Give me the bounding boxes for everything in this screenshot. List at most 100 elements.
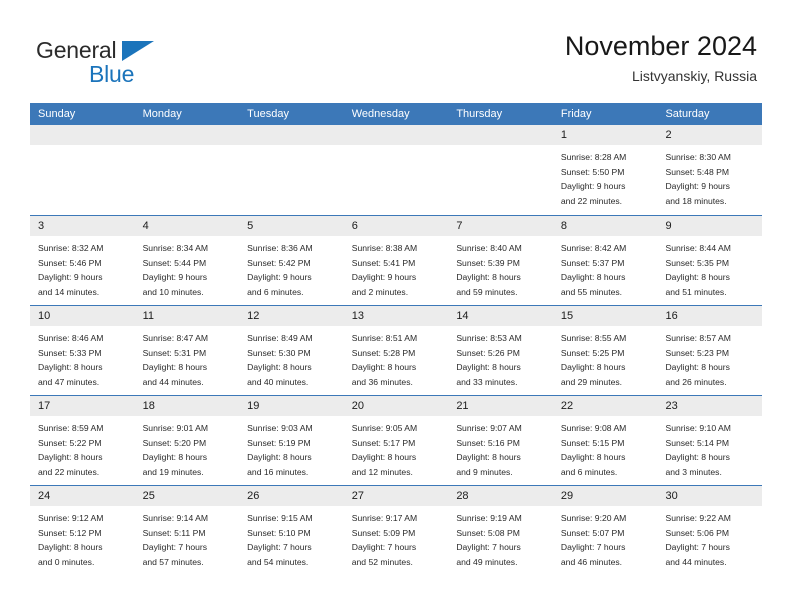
day-number-band: 30 [657, 486, 763, 506]
calendar-day-cell[interactable]: 4 Sunrise: 8:34 AM Sunset: 5:44 PM Daylight… [134, 216, 240, 305]
calendar-day-cell[interactable]: 22 Sunrise: 9:08 AM Sunset: 5:15 PM Dayligh… [552, 396, 658, 485]
daylight-minutes: and 57 minutes. [142, 556, 204, 567]
sunset-time: Sunset: 5:20 PM [142, 437, 207, 448]
day-number-band: 5 [239, 216, 344, 236]
day-number-band: 16 [657, 306, 763, 326]
calendar-day-cell[interactable]: 16 Sunrise: 8:57 AM Sunset: 5:23 PM Dayligh… [657, 306, 763, 395]
logo-text-blue: Blue [89, 61, 135, 87]
day-number: 22 [560, 400, 574, 412]
day-sun-info: Sunrise: 9:10 AM Sunset: 5:14 PM Daylight:… [657, 416, 762, 479]
sunset-time: Sunset: 5:48 PM [665, 166, 730, 177]
calendar-day-cell[interactable]: 18 Sunrise: 9:01 AM Sunset: 5:20 PM Dayligh… [134, 396, 240, 485]
day-number: 10 [38, 310, 51, 322]
calendar-day-cell[interactable]: 3 Sunrise: 8:32 AM Sunset: 5:46 PM Daylight… [30, 216, 135, 305]
calendar-week-row: 24 Sunrise: 9:12 AM Sunset: 5:12 PM Dayligh… [30, 485, 763, 575]
calendar-day-cell[interactable]: 23 Sunrise: 9:10 AM Sunset: 5:14 PM Dayligh… [657, 396, 763, 485]
day-number: 17 [38, 400, 51, 412]
weekday-header-row: Sunday Monday Tuesday Wednesday Thursday Frid… [30, 103, 762, 125]
day-number: 24 [38, 490, 51, 502]
calendar-day-cell[interactable]: 29 Sunrise: 9:20 AM Sunset: 5:07 PM Dayligh… [552, 486, 658, 575]
sunrise-time: Sunrise: 9:19 AM [456, 513, 522, 523]
daylight-hours: Daylight: 7 hours [665, 542, 730, 553]
calendar-day-cell[interactable]: 26 Sunrise: 9:15 AM Sunset: 5:10 PM Dayligh… [239, 486, 344, 575]
day-number-band: 26 [239, 486, 344, 506]
day-number-band: 12 [239, 306, 344, 326]
day-number-band: 25 [134, 486, 240, 506]
day-number-band: 27 [343, 486, 449, 506]
sunrise-time: Sunrise: 8:47 AM [142, 333, 209, 343]
daylight-hours: Daylight: 8 hours [456, 272, 521, 283]
day-number: 7 [456, 220, 463, 232]
day-sun-info: Sunrise: 8:47 AM Sunset: 5:31 PM Daylight:… [135, 326, 240, 389]
calendar-day-cell[interactable]: 27 Sunrise: 9:17 AM Sunset: 5:09 PM Dayligh… [343, 486, 449, 575]
sunrise-time: Sunrise: 8:40 AM [456, 243, 522, 253]
day-number-band: 4 [134, 216, 240, 236]
daylight-hours: Daylight: 8 hours [560, 272, 626, 283]
daylight-minutes: and 54 minutes. [247, 556, 309, 567]
page-title: November 2024 [564, 31, 757, 61]
sunrise-time: Sunrise: 9:22 AM [665, 513, 731, 523]
sunset-time: Sunset: 5:26 PM [456, 347, 520, 358]
calendar-day-cell[interactable]: 24 Sunrise: 9:12 AM Sunset: 5:12 PM Dayligh… [30, 486, 135, 575]
day-number-band: 24 [30, 486, 135, 506]
day-number: 25 [142, 490, 155, 502]
calendar-day-cell[interactable]: 5 Sunrise: 8:36 AM Sunset: 5:42 PM Daylight… [239, 216, 344, 305]
calendar-day-cell[interactable]: 21 Sunrise: 9:07 AM Sunset: 5:16 PM Dayligh… [448, 396, 553, 485]
sunset-time: Sunset: 5:16 PM [456, 437, 520, 448]
daylight-minutes: and 47 minutes. [38, 376, 100, 387]
calendar-day-cell[interactable]: 28 Sunrise: 9:19 AM Sunset: 5:08 PM Dayligh… [448, 486, 553, 575]
day-number-band: 11 [134, 306, 240, 326]
calendar-day-cell[interactable]: 14 Sunrise: 8:53 AM Sunset: 5:26 PM Dayligh… [448, 306, 553, 395]
calendar-grid: Sunday Monday Tuesday Wednesday Thursday Frid… [30, 103, 763, 575]
day-number: 16 [665, 310, 678, 322]
day-sun-info: Sunrise: 8:28 AM Sunset: 5:50 PM Daylight:… [553, 145, 658, 208]
sunset-time: Sunset: 5:31 PM [142, 347, 207, 358]
page-header: General Blue November 2024 Listvyanskiy,… [30, 30, 762, 96]
sunset-time: Sunset: 5:33 PM [38, 347, 102, 358]
daylight-hours: Daylight: 7 hours [351, 542, 417, 553]
calendar-day-cell[interactable]: 15 Sunrise: 8:55 AM Sunset: 5:25 PM Dayligh… [552, 306, 658, 395]
day-sun-info: Sunrise: 8:44 AM Sunset: 5:35 PM Daylight:… [657, 236, 762, 299]
calendar-day-cell[interactable]: 30 Sunrise: 9:22 AM Sunset: 5:06 PM Dayligh… [657, 486, 763, 575]
daylight-hours: Daylight: 9 hours [351, 272, 417, 283]
day-number: 23 [665, 400, 678, 412]
calendar-day-cell[interactable]: 13 Sunrise: 8:51 AM Sunset: 5:28 PM Dayligh… [343, 306, 449, 395]
sunrise-time: Sunrise: 8:46 AM [38, 333, 104, 343]
day-number-band: 9 [657, 216, 763, 236]
day-sun-info: Sunrise: 8:55 AM Sunset: 5:25 PM Daylight:… [553, 326, 658, 389]
calendar-day-cell[interactable]: 12 Sunrise: 8:49 AM Sunset: 5:30 PM Dayligh… [239, 306, 344, 395]
daylight-hours: Daylight: 8 hours [351, 452, 417, 463]
calendar-day-cell[interactable]: 9 Sunrise: 8:44 AM Sunset: 5:35 PM Daylight… [657, 216, 763, 305]
day-number-band: 1 [552, 125, 658, 145]
day-sun-info: Sunrise: 8:32 AM Sunset: 5:46 PM Daylight:… [30, 236, 135, 299]
calendar-day-cell[interactable]: 2 Sunrise: 8:30 AM Sunset: 5:48 PM Daylight… [657, 125, 763, 215]
daylight-hours: Daylight: 7 hours [247, 542, 312, 553]
day-number: 13 [351, 310, 364, 322]
sunset-time: Sunset: 5:10 PM [247, 527, 311, 538]
daylight-hours: Daylight: 8 hours [665, 272, 730, 283]
calendar-day-cell[interactable]: 8 Sunrise: 8:42 AM Sunset: 5:37 PM Daylight… [552, 216, 658, 305]
day-sun-info: Sunrise: 9:15 AM Sunset: 5:10 PM Daylight:… [239, 506, 344, 569]
daylight-hours: Daylight: 8 hours [560, 362, 626, 373]
day-sun-info: Sunrise: 9:17 AM Sunset: 5:09 PM Daylight:… [344, 506, 449, 569]
daylight-minutes: and 36 minutes. [351, 376, 413, 387]
calendar-day-cell[interactable]: 11 Sunrise: 8:47 AM Sunset: 5:31 PM Dayligh… [134, 306, 240, 395]
calendar-day-cell[interactable]: 6 Sunrise: 8:38 AM Sunset: 5:41 PM Daylight… [343, 216, 449, 305]
day-sun-info: Sunrise: 9:12 AM Sunset: 5:12 PM Daylight:… [30, 506, 135, 569]
calendar-day-cell[interactable]: 19 Sunrise: 9:03 AM Sunset: 5:19 PM Dayligh… [239, 396, 344, 485]
day-number: 30 [665, 490, 678, 502]
calendar-day-cell[interactable]: 10 Sunrise: 8:46 AM Sunset: 5:33 PM Dayligh… [30, 306, 135, 395]
general-blue-logo[interactable]: General Blue [36, 37, 196, 93]
daylight-hours: Daylight: 8 hours [247, 452, 312, 463]
sunset-time: Sunset: 5:15 PM [560, 437, 625, 448]
calendar-day-cell-empty [448, 125, 553, 215]
sunset-time: Sunset: 5:14 PM [665, 437, 730, 448]
calendar-day-cell[interactable]: 7 Sunrise: 8:40 AM Sunset: 5:39 PM Daylight… [448, 216, 553, 305]
calendar-day-cell[interactable]: 1 Sunrise: 8:28 AM Sunset: 5:50 PM Daylight… [552, 125, 658, 215]
sunrise-time: Sunrise: 9:07 AM [456, 423, 522, 433]
calendar-day-cell[interactable]: 20 Sunrise: 9:05 AM Sunset: 5:17 PM Dayligh… [343, 396, 449, 485]
daylight-minutes: and 49 minutes. [456, 556, 518, 567]
calendar-day-cell[interactable]: 25 Sunrise: 9:14 AM Sunset: 5:11 PM Dayligh… [134, 486, 240, 575]
daylight-minutes: and 14 minutes. [38, 286, 100, 297]
calendar-day-cell[interactable]: 17 Sunrise: 8:59 AM Sunset: 5:22 PM Dayligh… [30, 396, 135, 485]
